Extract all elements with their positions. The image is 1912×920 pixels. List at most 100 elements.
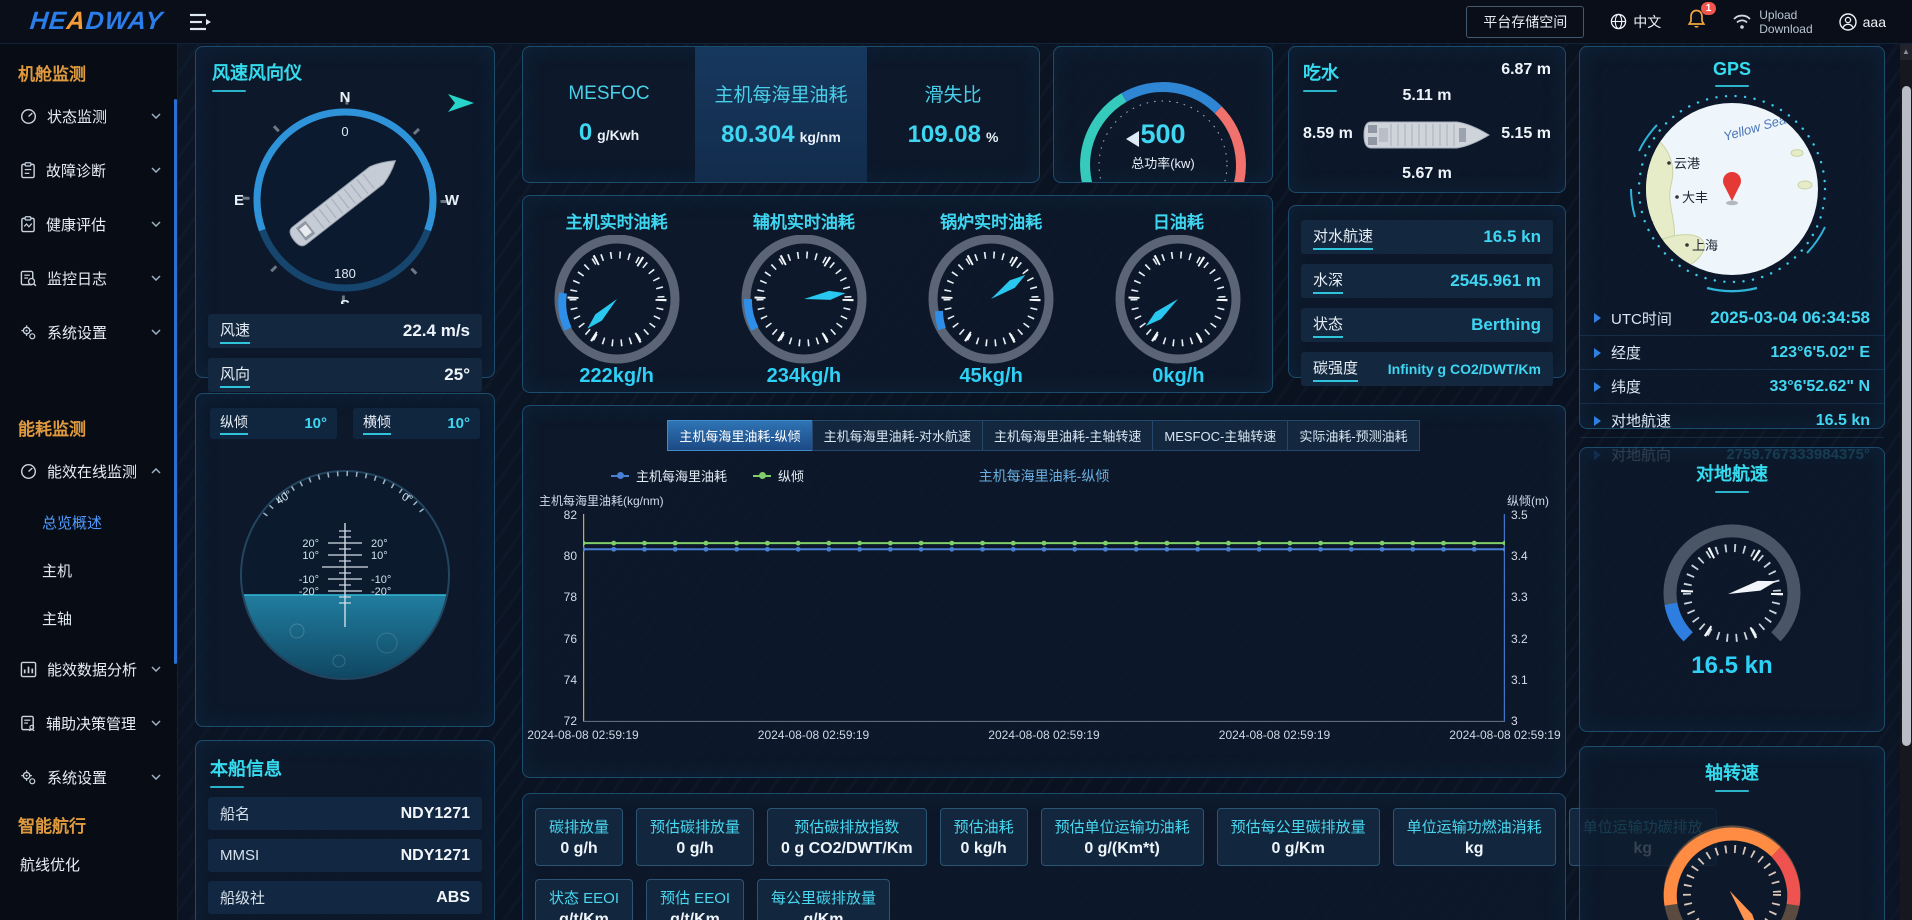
gps-panel: GPS Yellow Sea 云港 大丰 上海 京 bbox=[1579, 46, 1885, 429]
sidebar-item-system-settings[interactable]: 系统设置 bbox=[0, 305, 177, 359]
right-axis-label: 纵倾(m) bbox=[1507, 492, 1549, 509]
mmsi-row: MMSI NDY1271 bbox=[208, 839, 482, 872]
gps-row-label: UTC时间 bbox=[1611, 308, 1672, 329]
pitch-value: 10° bbox=[304, 415, 327, 432]
kpi-slip-ratio[interactable]: 滑失比 109.08% bbox=[867, 47, 1039, 182]
info-value: 16.5 kn bbox=[1483, 227, 1541, 247]
chevron-down-icon bbox=[151, 666, 161, 672]
shaft-rpm-panel: 轴转速 bbox=[1579, 746, 1885, 920]
upload-label: Upload bbox=[1759, 8, 1812, 22]
sidebar-item-monitoring-log[interactable]: 监控日志 bbox=[0, 251, 177, 305]
gps-row-longitude: 经度123°6'5.02" E bbox=[1580, 335, 1884, 369]
sidebar-item-energy-online-monitoring[interactable]: 能效在线监测 bbox=[0, 444, 177, 498]
gps-row-label: 纬度 bbox=[1611, 376, 1641, 397]
chip-est-fuel: 预估油耗0 kg/h bbox=[940, 808, 1028, 866]
gps-row-sog: 对地航速16.5 kn bbox=[1580, 403, 1884, 437]
kpi-unit: g/Kwh bbox=[597, 127, 639, 143]
ship-info-label: MMSI bbox=[220, 847, 259, 864]
menu-toggle-icon[interactable] bbox=[189, 13, 213, 31]
wind-speed-row: 风速 22.4 m/s bbox=[208, 314, 482, 348]
sidebar-subitem-main-engine[interactable]: 主机 bbox=[0, 546, 177, 594]
chip-carbon-emission: 碳排放量0 g/h bbox=[535, 808, 623, 866]
wind-speed-value: 22.4 m/s bbox=[403, 321, 470, 341]
nav-info-panel: 对水航速16.5 kn 水深2545.961 m 状态Berthing 碳强度I… bbox=[1288, 205, 1566, 378]
sidebar-section-engine-room: 机舱监测 bbox=[18, 60, 177, 85]
emissions-row-1: 碳排放量0 g/h 预估碳排放量0 g/h 预估碳排放指数0 g CO2/DWT… bbox=[535, 808, 1553, 866]
app-logo: HEADWAY bbox=[28, 7, 164, 36]
compass-180: 180 bbox=[334, 266, 356, 281]
tab-fuel-trim[interactable]: 主机每海里油耗-纵倾 bbox=[667, 420, 812, 451]
wind-direction-label: 风向 bbox=[220, 363, 250, 388]
gps-row-value: 123°6'5.02" E bbox=[1770, 344, 1870, 362]
chevron-up-icon bbox=[151, 468, 161, 474]
download-label: Download bbox=[1759, 22, 1812, 36]
window-scrollbar[interactable]: ▲ bbox=[1900, 44, 1912, 920]
compass-n: N bbox=[340, 92, 351, 106]
scroll-up-arrow[interactable]: ▲ bbox=[1900, 44, 1912, 60]
kpi-label: MESFOC bbox=[568, 83, 649, 105]
total-power-value: 500 bbox=[1054, 119, 1272, 150]
pitch-label: 纵倾 bbox=[220, 412, 248, 435]
kpi-label: 主机每海里油耗 bbox=[714, 80, 847, 107]
kpi-label: 滑失比 bbox=[924, 80, 981, 107]
draft-top-right: 6.87 m bbox=[1501, 61, 1551, 79]
sidebar: 机舱监测 状态监测 故障诊断 健康评估 监控日志 系统设置 能耗监测 能效在线监… bbox=[0, 44, 178, 920]
tab-mesfoc-shaft-rpm[interactable]: MESFOC-主轴转速 bbox=[1152, 420, 1288, 451]
tab-actual-vs-predicted[interactable]: 实际油耗-预测油耗 bbox=[1287, 420, 1419, 451]
sidebar-subitem-main-shaft[interactable]: 主轴 bbox=[0, 594, 177, 642]
info-label: 状态 bbox=[1313, 313, 1343, 338]
incl-right-label: 20° bbox=[371, 538, 388, 550]
info-label: 碳强度 bbox=[1313, 357, 1358, 382]
sidebar-item-label: 故障诊断 bbox=[46, 160, 106, 181]
fuel-gauge-value: 234kg/h bbox=[767, 365, 841, 388]
sidebar-item-label: 系统设置 bbox=[47, 322, 107, 343]
ship-info-value: NDY1271 bbox=[401, 847, 470, 865]
sidebar-subitem-overview[interactable]: 总览概述 bbox=[0, 498, 177, 546]
logo-text: HEADWAY bbox=[29, 7, 165, 35]
sidebar-item-energy-data-analysis[interactable]: 能效数据分析 bbox=[0, 642, 177, 696]
sidebar-item-fault-diagnosis[interactable]: 故障诊断 bbox=[0, 143, 177, 197]
notification-bell[interactable]: 1 bbox=[1687, 9, 1706, 34]
tab-fuel-stw[interactable]: 主机每海里油耗-对水航速 bbox=[812, 420, 983, 451]
sidebar-item-status-monitoring[interactable]: 状态监测 bbox=[0, 89, 177, 143]
kpi-mesfoc[interactable]: MESFOC 0g/Kwh bbox=[523, 47, 695, 182]
info-value: Infinity g CO2/DWT/Km bbox=[1388, 361, 1541, 377]
chip-carbon-per-km: 每公里碳排放量g/Km bbox=[757, 879, 890, 920]
storage-space-button[interactable]: 平台存储空间 bbox=[1466, 6, 1584, 38]
info-label: 对水航速 bbox=[1313, 225, 1373, 250]
fuel-gauge bbox=[729, 235, 879, 369]
sidebar-item-system-settings-2[interactable]: 系统设置 bbox=[0, 750, 177, 804]
compass-s: S bbox=[340, 297, 350, 304]
chevron-down-icon bbox=[151, 221, 161, 227]
kpi-fuel-per-nm[interactable]: 主机每海里油耗 80.304kg/nm bbox=[695, 47, 867, 182]
map-place: 上海 bbox=[1692, 238, 1718, 253]
chip-est-carbon-per-km: 预估每公里碳排放量0 g/Km bbox=[1217, 808, 1380, 866]
language-label: 中文 bbox=[1633, 12, 1661, 32]
fuel-gauge-boiler: 锅炉实时油耗 45kg/h bbox=[898, 208, 1085, 392]
wind-panel-title: 风速风向仪 bbox=[212, 59, 494, 85]
language-switch[interactable]: 中文 bbox=[1610, 12, 1661, 32]
gps-row-value: 33°6'52.62" N bbox=[1769, 378, 1870, 396]
fuel-gauge-main-engine: 主机实时油耗 222kg/h bbox=[523, 208, 710, 392]
fuel-gauge-value: 222kg/h bbox=[579, 365, 653, 388]
user-menu[interactable]: aaa bbox=[1839, 13, 1886, 31]
scrollbar-thumb[interactable] bbox=[1902, 86, 1911, 746]
emissions-row-2: 状态 EEOIg/t/Km 预估 EEOIg/t/Km 每公里碳排放量g/Km bbox=[535, 879, 1553, 920]
left-axis-label: 主机每海里油耗(kg/nm) bbox=[539, 492, 664, 509]
username: aaa bbox=[1863, 14, 1886, 30]
draft-ship-top-view bbox=[1361, 115, 1495, 155]
ship-info-value: NDY1271 bbox=[401, 805, 470, 823]
line-chart bbox=[583, 514, 1505, 722]
sidebar-item-decision-support[interactable]: 辅助决策管理 bbox=[0, 696, 177, 750]
sidebar-item-health-assessment[interactable]: 健康评估 bbox=[0, 197, 177, 251]
triangle-marker-icon bbox=[1594, 348, 1601, 358]
fuel-gauge-value: 45kg/h bbox=[959, 365, 1022, 388]
chevron-down-icon bbox=[151, 774, 161, 780]
fuel-gauge-title: 主机实时油耗 bbox=[566, 208, 668, 233]
sidebar-scrollbar-thumb[interactable] bbox=[174, 99, 177, 664]
upload-download[interactable]: Upload Download bbox=[1732, 8, 1812, 36]
status-row: 状态Berthing bbox=[1301, 308, 1553, 342]
sidebar-item-route-optimization[interactable]: 航线优化 bbox=[0, 841, 177, 887]
tab-fuel-shaft-rpm[interactable]: 主机每海里油耗-主轴转速 bbox=[982, 420, 1153, 451]
total-power-gauge-panel: 500 总功率(kw) bbox=[1053, 46, 1273, 183]
